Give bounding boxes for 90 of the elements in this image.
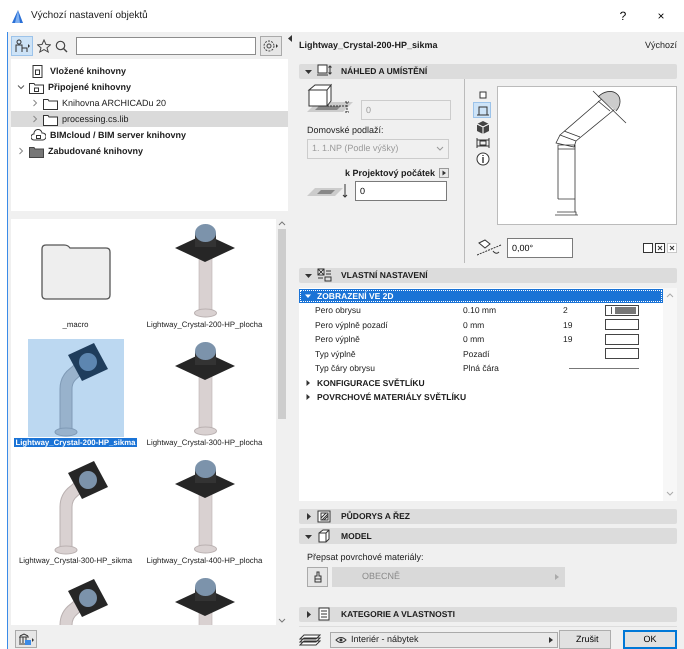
mirror-options-icon[interactable] xyxy=(643,242,677,254)
angle-field[interactable]: 0,00° xyxy=(507,238,573,258)
paint-brush-button[interactable] xyxy=(307,566,328,587)
search-field[interactable] xyxy=(76,37,256,55)
section-header[interactable]: NÁHLED A UMÍSTĚNÍ xyxy=(299,64,677,80)
ok-button[interactable]: OK xyxy=(623,630,677,649)
layers-icon xyxy=(299,634,321,646)
caret-down-icon xyxy=(305,68,312,75)
caret-down-icon xyxy=(305,532,312,540)
pen-swatch[interactable] xyxy=(605,304,639,316)
parameter-group[interactable]: POVRCHOVÉ MATERIÁLY SVĚTLÍKU xyxy=(299,390,663,404)
app-logo-icon xyxy=(12,10,23,22)
side-view-view-button[interactable] xyxy=(473,102,491,118)
info-icon xyxy=(474,151,492,168)
parameter-name: Typ čáry obrysu xyxy=(314,363,376,374)
tree-item[interactable]: Zabudované knihovny xyxy=(11,143,288,159)
parameter-value: 0.10 mm xyxy=(463,305,498,316)
parameter-name: Pero obrysu xyxy=(314,305,362,316)
preview-section-icon xyxy=(317,64,332,78)
fill-swatch[interactable] xyxy=(605,348,639,360)
cube-icon xyxy=(317,529,332,543)
window-title: Výchozí nastavení objektů xyxy=(31,10,148,22)
scrollbar-thumb[interactable] xyxy=(278,229,286,419)
fill-swatch[interactable] xyxy=(605,334,639,345)
caret-down-icon xyxy=(305,272,312,279)
caret-right-icon xyxy=(305,394,311,400)
offset-label: k Projektový počátek xyxy=(344,168,435,179)
paint-brush-icon xyxy=(312,570,322,583)
tree-item[interactable]: BIMcloud / BIM server knihovny xyxy=(11,127,288,143)
floor-plan-icon xyxy=(317,510,332,524)
caret-down-icon xyxy=(305,293,311,300)
folder-icon xyxy=(29,144,44,158)
tree-item[interactable]: processing.cs.lib xyxy=(11,111,288,127)
parameter-group[interactable]: ZOBRAZENÍ VE 2D xyxy=(299,289,663,304)
rotation-angle-icon xyxy=(477,239,503,258)
selected-thumbnail[interactable] xyxy=(28,339,124,437)
folder-icon xyxy=(43,112,58,126)
library-icon xyxy=(18,632,34,646)
caret-right-icon xyxy=(305,380,311,386)
parameter-name: Typ výplně xyxy=(314,348,357,359)
document-icon xyxy=(317,607,332,622)
star-icon[interactable] xyxy=(37,39,51,53)
caret-right-icon xyxy=(305,513,312,520)
chevron-down-icon xyxy=(436,146,444,152)
caret-right-icon xyxy=(305,610,312,618)
caret-right-icon xyxy=(555,574,559,580)
cancel-button[interactable]: Zrušit xyxy=(559,630,611,649)
tree-item[interactable]: Připojené knihovny xyxy=(11,79,288,95)
cloud-library-icon xyxy=(31,128,46,142)
help-button[interactable]: ? xyxy=(608,8,638,24)
parameter-value: 0 mm xyxy=(463,334,486,344)
fill-swatch[interactable] xyxy=(605,319,639,330)
library-folder-icon xyxy=(29,80,44,94)
gear-icon xyxy=(263,39,279,53)
chevron-down-icon[interactable] xyxy=(17,83,25,91)
parameters-icon xyxy=(317,268,332,282)
library-manager-button[interactable] xyxy=(15,630,37,648)
chevron-right-icon[interactable] xyxy=(17,147,25,155)
eye-icon xyxy=(335,636,347,644)
search-icon[interactable] xyxy=(55,40,68,52)
parameter-value: Pozadí xyxy=(463,348,490,359)
close-button[interactable]: × xyxy=(646,8,676,24)
tree-item[interactable]: Vložené knihovny xyxy=(11,63,288,79)
parameter-group[interactable]: KONFIGURACE SVĚTLÍKU xyxy=(299,376,663,390)
caret-right-icon xyxy=(549,636,553,642)
override-label: Přepsat povrchové materiály: xyxy=(307,552,425,563)
parameter-name: Pero výplně pozadí xyxy=(314,320,389,330)
story-label: Domovské podlaží: xyxy=(307,125,385,136)
chevron-right-icon[interactable] xyxy=(31,99,39,107)
objects-button[interactable] xyxy=(11,36,33,56)
collapse-icon[interactable] xyxy=(288,35,293,42)
pen-number: 19 xyxy=(563,320,574,330)
layer-dropdown[interactable]: Interiér - nábytek xyxy=(330,632,558,648)
parameter-name: Pero výplně xyxy=(314,334,361,344)
section-header[interactable]: VLASTNÍ NASTAVENÍ xyxy=(299,268,677,284)
tree-item[interactable]: Knihovna ARCHICADu 20 xyxy=(11,95,288,111)
pen-number: 19 xyxy=(563,334,574,344)
section-header[interactable]: KATEGORIE A VLASTNOSTI xyxy=(299,606,677,622)
object-name: Lightway_Crystal-200-HP_sikma xyxy=(299,40,438,52)
line-type-swatch[interactable] xyxy=(569,368,639,369)
chevron-right-icon[interactable] xyxy=(31,115,39,123)
preset-label: Výchozí xyxy=(644,40,677,52)
parameter-value: Plná čára xyxy=(463,363,500,374)
play-icon[interactable] xyxy=(439,168,449,178)
offset-field[interactable]: 0 xyxy=(355,180,447,201)
parameter-value: 0 mm xyxy=(463,320,486,330)
section-header[interactable]: PŮDORYS A ŘEZ xyxy=(299,508,677,524)
settings-button[interactable] xyxy=(260,36,282,56)
pen-number: 2 xyxy=(563,305,569,316)
cube-icon xyxy=(474,119,492,136)
